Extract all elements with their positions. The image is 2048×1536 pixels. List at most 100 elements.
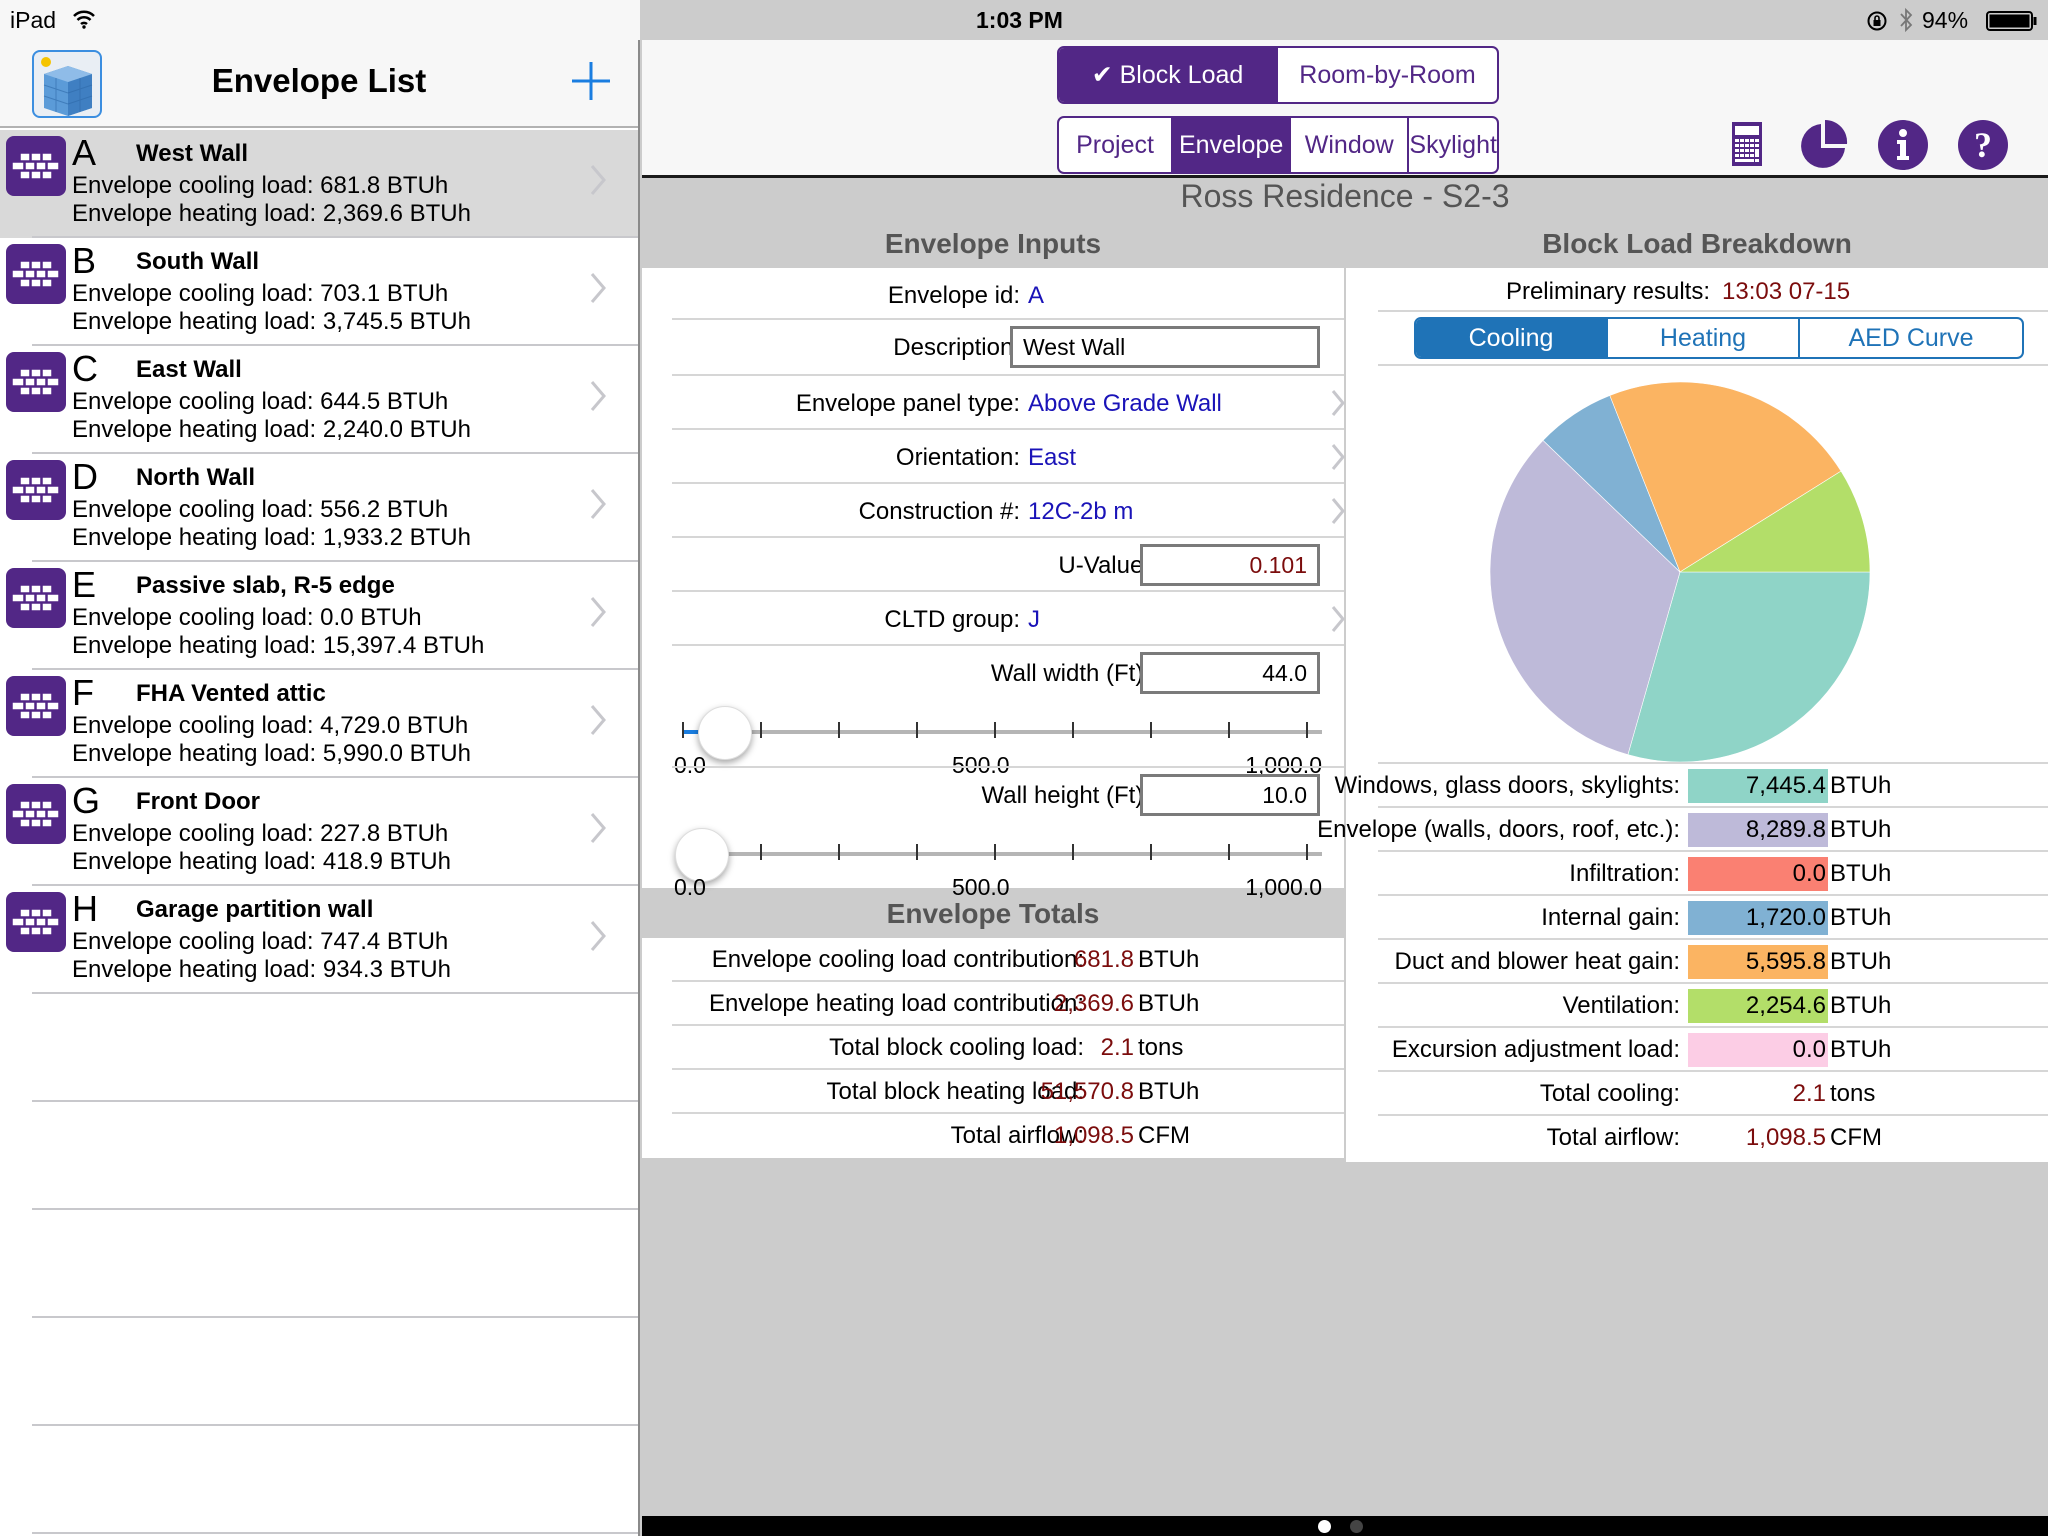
envelope-list-item[interactable]: E Passive slab, R-5 edge Envelope cooling … xyxy=(0,562,638,670)
construction-value: 12C-2b m xyxy=(1028,498,1134,525)
envelope-letter: G xyxy=(72,780,101,821)
chevron-right-icon xyxy=(590,273,606,303)
tab-project[interactable]: Project xyxy=(1059,118,1174,172)
envelope-list-panel: Envelope List A West Wall Envelope cooling… xyxy=(0,40,640,1536)
preliminary-results-timestamp: 13:03 07-15 xyxy=(1722,278,1851,305)
plus-icon xyxy=(572,62,610,100)
brick-wall-icon xyxy=(6,892,66,952)
add-envelope-button[interactable] xyxy=(566,56,616,106)
section-segmented-control: Project Envelope Window Skylight xyxy=(1057,116,1499,174)
breakdown-total-row: Total cooling: 2.1 tons xyxy=(1378,1072,2048,1116)
envelope-list-item[interactable]: H Garage partition wall Envelope cooling l… xyxy=(0,886,638,994)
chevron-right-icon xyxy=(590,165,606,195)
envelope-list-item[interactable]: D North Wall Envelope cooling load: 556.2 … xyxy=(0,454,638,562)
top-toolbar: ✔ Block Load Room-by-Room Project Envelope… xyxy=(642,40,2048,178)
breakdown-label: Duct and blower heat gain: xyxy=(1394,948,1680,975)
empty-row-divider xyxy=(32,1100,638,1102)
breakdown-total-unit: tons xyxy=(1830,1080,1876,1107)
envelope-list-item[interactable]: F FHA Vented attic Envelope cooling load: … xyxy=(0,670,638,778)
brick-wall-icon xyxy=(6,568,66,628)
calc-mode-segmented-control: ✔ Block Load Room-by-Room xyxy=(1057,46,1499,104)
totals-unit: BTUh xyxy=(1138,946,1200,973)
breakdown-unit: BTUh xyxy=(1830,1036,1892,1063)
chevron-right-icon xyxy=(590,813,606,843)
envelope-heating-load: Envelope heating load: 5,990.0 BTUh xyxy=(72,740,471,767)
empty-row-divider xyxy=(32,1316,638,1318)
battery-percent: 94% xyxy=(1922,7,1969,33)
breakdown-row: Infiltration: 0.0 BTUh xyxy=(1378,852,2048,896)
help-icon[interactable]: ? xyxy=(1956,118,2010,172)
slider-thumb[interactable] xyxy=(698,706,753,760)
totals-row: Total block heating load: 51,570.8 BTUh xyxy=(672,1070,1344,1114)
tab-skylight[interactable]: Skylight xyxy=(1409,118,1497,172)
empty-row-divider xyxy=(32,1424,638,1426)
totals-row: Total block cooling load: 2.1 tons xyxy=(672,1026,1344,1070)
tab-aed-curve[interactable]: AED Curve xyxy=(1800,319,2022,357)
breakdown-row: Duct and blower heat gain: 5,595.8 BTUh xyxy=(1378,940,2048,984)
pie-chart-icon[interactable] xyxy=(1797,118,1851,172)
slider-tick xyxy=(760,722,762,738)
slider-tick xyxy=(916,722,918,738)
description-input[interactable]: West Wall xyxy=(1010,326,1320,368)
envelope-list-item[interactable]: C East Wall Envelope cooling load: 644.5 B… xyxy=(0,346,638,454)
envelope-cooling-load: Envelope cooling load: 227.8 BTUh xyxy=(72,820,449,847)
tab-heating[interactable]: Heating xyxy=(1608,319,1800,357)
envelope-list-title: Envelope List xyxy=(211,62,427,99)
totals-unit: tons xyxy=(1138,1034,1184,1061)
panel-type-value: Above Grade Wall xyxy=(1028,390,1222,417)
cltd-group-row[interactable]: CLTD group: J xyxy=(672,592,1345,646)
breakdown-total-label: Total cooling: xyxy=(1539,1080,1680,1107)
calculator-icon[interactable] xyxy=(1719,118,1773,172)
breakdown-value: 0.0 xyxy=(1688,1033,1828,1067)
slider-tick xyxy=(1306,722,1308,738)
u-value-input[interactable]: 0.101 xyxy=(1140,544,1320,586)
totals-row: Total airflow: 1,098.5 CFM xyxy=(672,1114,1344,1158)
envelope-totals-heading: Envelope Totals xyxy=(886,898,1100,929)
breakdown-total-row: Total airflow: 1,098.5 CFM xyxy=(1378,1116,2048,1160)
envelope-list-item[interactable]: G Front Door Envelope cooling load: 227.8 … xyxy=(0,778,638,886)
breakdown-label: Excursion adjustment load: xyxy=(1391,1036,1680,1063)
breakdown-tabs: Cooling Heating AED Curve xyxy=(1414,317,2024,359)
envelope-cooling-load: Envelope cooling load: 703.1 BTUh xyxy=(72,280,449,307)
totals-label: Envelope heating load contribution: xyxy=(709,990,1084,1017)
orientation-row[interactable]: Orientation: East xyxy=(672,430,1345,484)
totals-value: 2.1 xyxy=(1100,1034,1134,1061)
construction-label: Construction #: xyxy=(858,498,1020,525)
envelope-list-item[interactable]: A West Wall Envelope cooling load: 681.8 B… xyxy=(0,130,638,238)
wall-width-input[interactable]: 44.0 xyxy=(1140,652,1320,694)
slider-tick xyxy=(1228,722,1230,738)
description-label: Description: xyxy=(893,334,1020,361)
slider-mid-label: 500.0 xyxy=(952,874,1010,900)
page-dot-active[interactable] xyxy=(1318,1520,1331,1533)
envelope-list-item[interactable]: B South Wall Envelope cooling load: 703.1 … xyxy=(0,238,638,346)
tab-envelope[interactable]: Envelope xyxy=(1173,118,1292,172)
brick-wall-icon xyxy=(6,244,66,304)
envelope-letter: A xyxy=(72,132,97,173)
panel-type-label: Envelope panel type: xyxy=(795,390,1020,417)
preliminary-results-row: Preliminary results: 13:03 07-15 xyxy=(1378,268,2048,312)
brick-wall-icon xyxy=(6,676,66,736)
brick-wall-icon xyxy=(6,460,66,520)
tab-block-load[interactable]: ✔ Block Load xyxy=(1059,48,1278,102)
breakdown-value: 7,445.4 xyxy=(1688,769,1828,803)
info-icon[interactable] xyxy=(1876,118,1930,172)
wall-height-input[interactable]: 10.0 xyxy=(1140,774,1320,816)
envelope-letter: F xyxy=(72,672,94,713)
page-dot[interactable] xyxy=(1350,1520,1363,1533)
totals-value: 1,098.5 xyxy=(1053,1122,1134,1149)
cltd-group-value: J xyxy=(1028,606,1040,633)
breakdown-value: 0.0 xyxy=(1688,857,1828,891)
tab-cooling[interactable]: Cooling xyxy=(1416,319,1608,357)
totals-unit: BTUh xyxy=(1138,990,1200,1017)
wall-height-slider[interactable]: 0.0 500.0 1,000.0 xyxy=(672,822,1344,902)
brick-wall-icon xyxy=(6,784,66,844)
tab-room-by-room[interactable]: Room-by-Room xyxy=(1278,48,1497,102)
breakdown-label: Windows, glass doors, skylights: xyxy=(1334,772,1680,799)
tab-window[interactable]: Window xyxy=(1291,118,1410,172)
u-value-label: U-Value: xyxy=(1058,552,1150,579)
construction-row[interactable]: Construction #: 12C-2b m xyxy=(672,484,1345,538)
panel-type-row[interactable]: Envelope panel type: Above Grade Wall xyxy=(672,376,1345,430)
slider-tick xyxy=(994,844,996,860)
battery-icon xyxy=(1986,11,2037,31)
wall-height-label: Wall height (Ft): xyxy=(981,782,1150,809)
